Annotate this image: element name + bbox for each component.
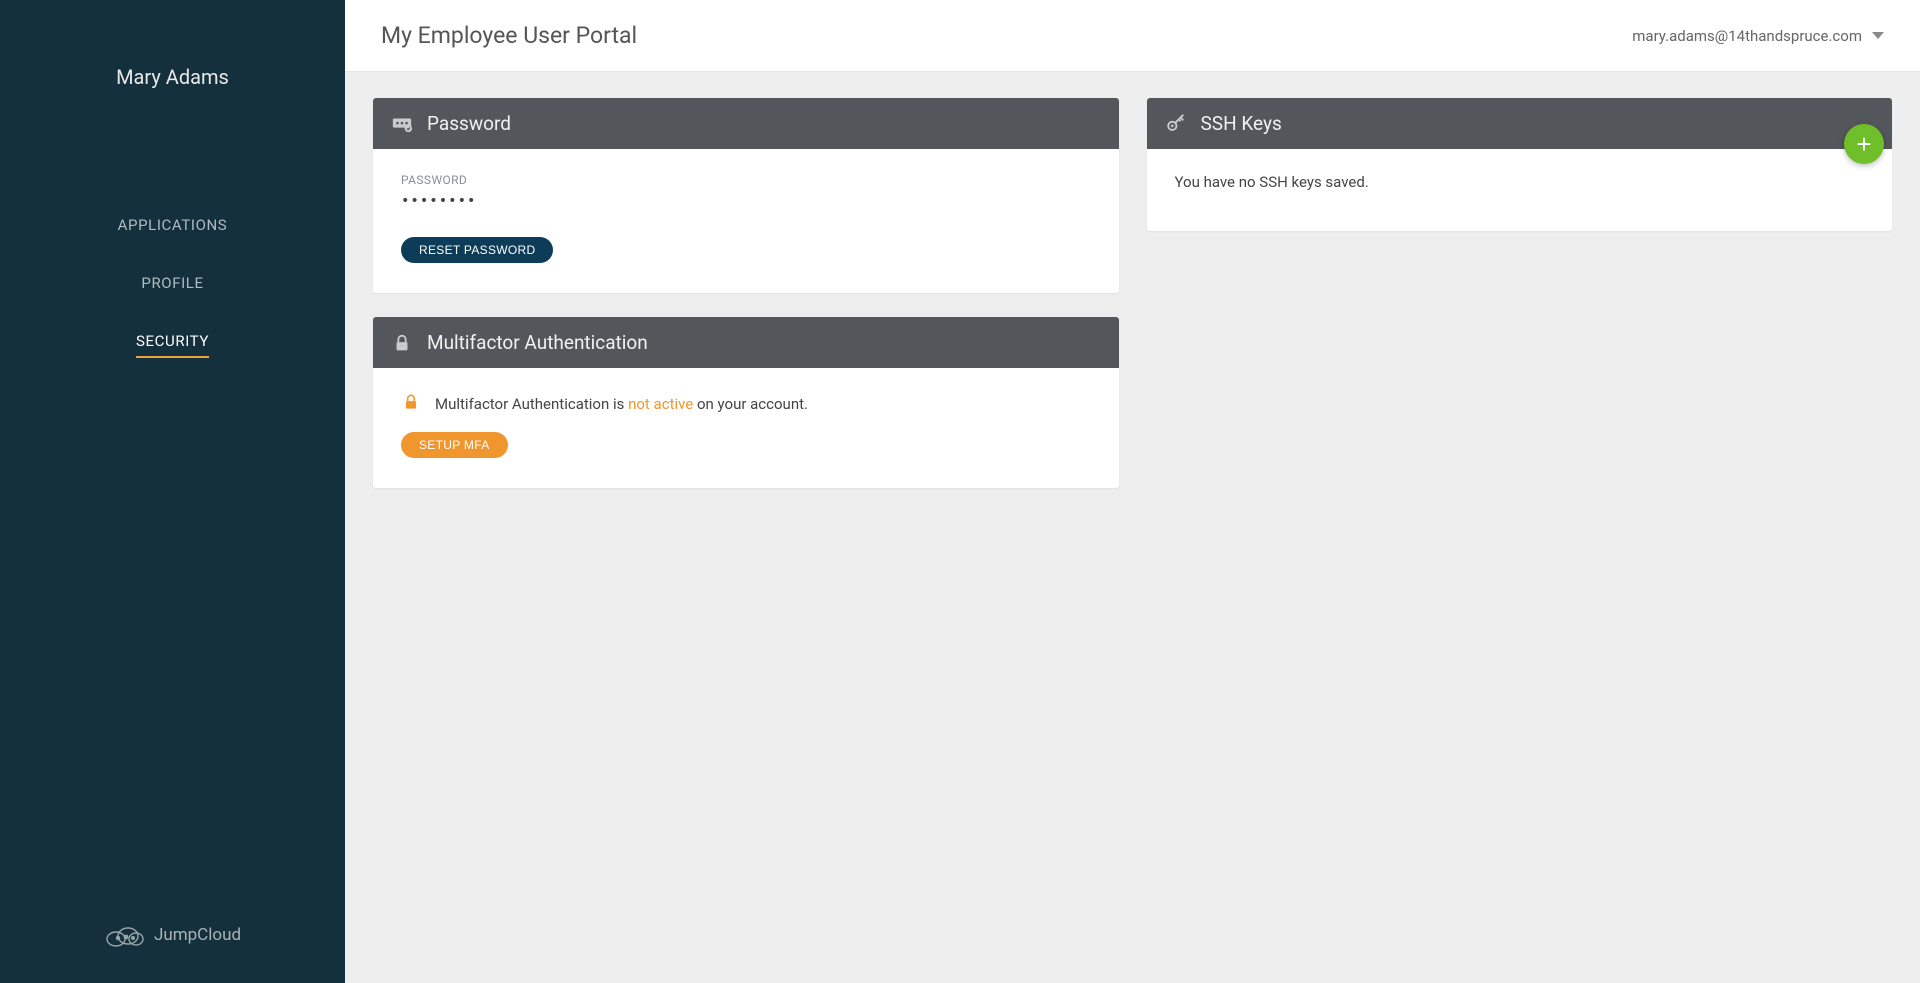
setup-mfa-button[interactable]: SETUP MFA bbox=[401, 432, 508, 458]
brand-name: JumpCloud bbox=[154, 925, 241, 945]
sidebar-footer: JumpCloud bbox=[0, 923, 345, 983]
mfa-panel: Multifactor Authentication bbox=[373, 317, 1119, 488]
sidebar-nav: APPLICATIONS PROFILE SECURITY bbox=[0, 204, 345, 374]
password-field-label: PASSWORD bbox=[401, 173, 1091, 187]
reset-password-button[interactable]: RESET PASSWORD bbox=[401, 237, 553, 263]
plus-icon: + bbox=[1856, 129, 1871, 160]
sidebar-username: Mary Adams bbox=[0, 65, 345, 89]
mfa-panel-body: Multifactor Authentication is not active… bbox=[373, 368, 1119, 488]
password-panel: Password PASSWORD •••••••• RESET PASSWOR… bbox=[373, 98, 1119, 293]
sidebar-item-security[interactable]: SECURITY bbox=[136, 320, 209, 358]
mfa-status-text: Multifactor Authentication is not active… bbox=[435, 395, 808, 413]
ssh-panel-title: SSH Keys bbox=[1201, 112, 1282, 135]
lock-icon bbox=[391, 332, 413, 354]
password-panel-header: Password bbox=[373, 98, 1119, 149]
page-title: My Employee User Portal bbox=[381, 22, 637, 49]
sidebar-item-profile[interactable]: PROFILE bbox=[141, 262, 203, 304]
sidebar: Mary Adams APPLICATIONS PROFILE SECURITY… bbox=[0, 0, 345, 983]
password-panel-body: PASSWORD •••••••• RESET PASSWORD bbox=[373, 149, 1119, 293]
jumpcloud-logo-icon bbox=[104, 923, 144, 947]
ssh-empty-text: You have no SSH keys saved. bbox=[1175, 173, 1369, 191]
ssh-panel-header: SSH Keys bbox=[1147, 98, 1893, 149]
mfa-panel-title: Multifactor Authentication bbox=[427, 331, 648, 354]
sidebar-header: Mary Adams bbox=[0, 0, 345, 89]
password-panel-title: Password bbox=[427, 112, 511, 135]
topbar: My Employee User Portal mary.adams@14tha… bbox=[345, 0, 1920, 72]
ssh-panel-body: You have no SSH keys saved. bbox=[1147, 149, 1893, 231]
chevron-down-icon bbox=[1872, 32, 1884, 39]
lock-orange-icon bbox=[401, 392, 421, 416]
mfa-status-prefix: Multifactor Authentication is bbox=[435, 395, 628, 413]
mfa-status-value: not active bbox=[628, 395, 693, 413]
content: Password PASSWORD •••••••• RESET PASSWOR… bbox=[345, 72, 1920, 514]
mfa-status-suffix: on your account. bbox=[693, 395, 808, 413]
add-ssh-key-button[interactable]: + bbox=[1844, 124, 1884, 164]
sidebar-item-applications[interactable]: APPLICATIONS bbox=[118, 204, 228, 246]
user-menu[interactable]: mary.adams@14thandspruce.com bbox=[1632, 27, 1884, 45]
mfa-panel-header: Multifactor Authentication bbox=[373, 317, 1119, 368]
password-field-value: •••••••• bbox=[401, 193, 1091, 209]
user-email: mary.adams@14thandspruce.com bbox=[1632, 27, 1862, 45]
ssh-panel: SSH Keys You have no SSH keys saved. bbox=[1147, 98, 1893, 231]
main: My Employee User Portal mary.adams@14tha… bbox=[345, 0, 1920, 983]
key-icon bbox=[1165, 113, 1187, 135]
password-icon bbox=[391, 113, 413, 135]
